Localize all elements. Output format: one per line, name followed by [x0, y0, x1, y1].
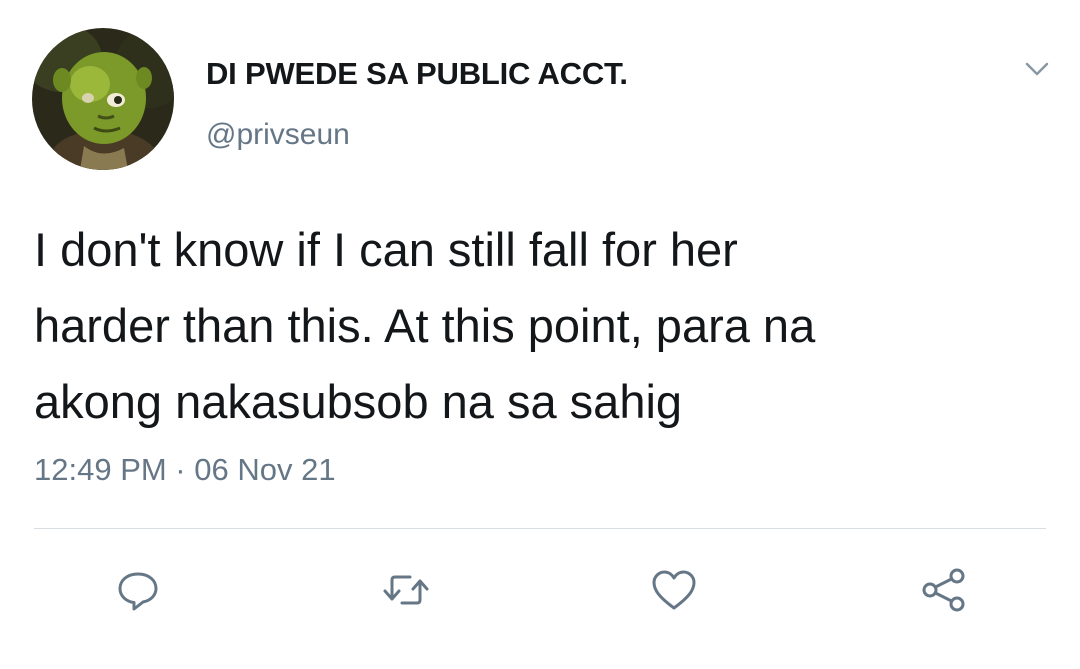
like-button[interactable] [648, 564, 700, 616]
tweet-timestamp[interactable]: 12:49 PM · 06 Nov 21 [34, 452, 336, 488]
share-icon [922, 568, 965, 612]
share-button[interactable] [918, 564, 970, 616]
reply-icon [118, 572, 158, 611]
tweet-text-line: akong nakasubsob na sa sahig [34, 375, 683, 428]
tweet-text-line: harder than this. At this point, para na [34, 299, 816, 352]
tweet-text-line: I don't know if I can still fall for her [34, 223, 738, 276]
reply-button[interactable] [112, 564, 164, 616]
retweet-button[interactable] [380, 564, 432, 616]
user-handle[interactable]: @privseun [206, 118, 350, 152]
avatar[interactable] [32, 28, 174, 170]
heart-icon [652, 570, 696, 610]
display-name[interactable]: DI PWEDE SA PUBLIC ACCT. [206, 56, 628, 92]
tweet-text: I don't know if I can still fall for her… [34, 212, 1044, 440]
chevron-down-icon[interactable] [1020, 52, 1054, 86]
avatar-image [32, 28, 174, 170]
retweet-icon [383, 575, 429, 605]
divider [34, 528, 1046, 529]
tweet-card: DI PWEDE SA PUBLIC ACCT. @privseun I don… [0, 0, 1080, 669]
